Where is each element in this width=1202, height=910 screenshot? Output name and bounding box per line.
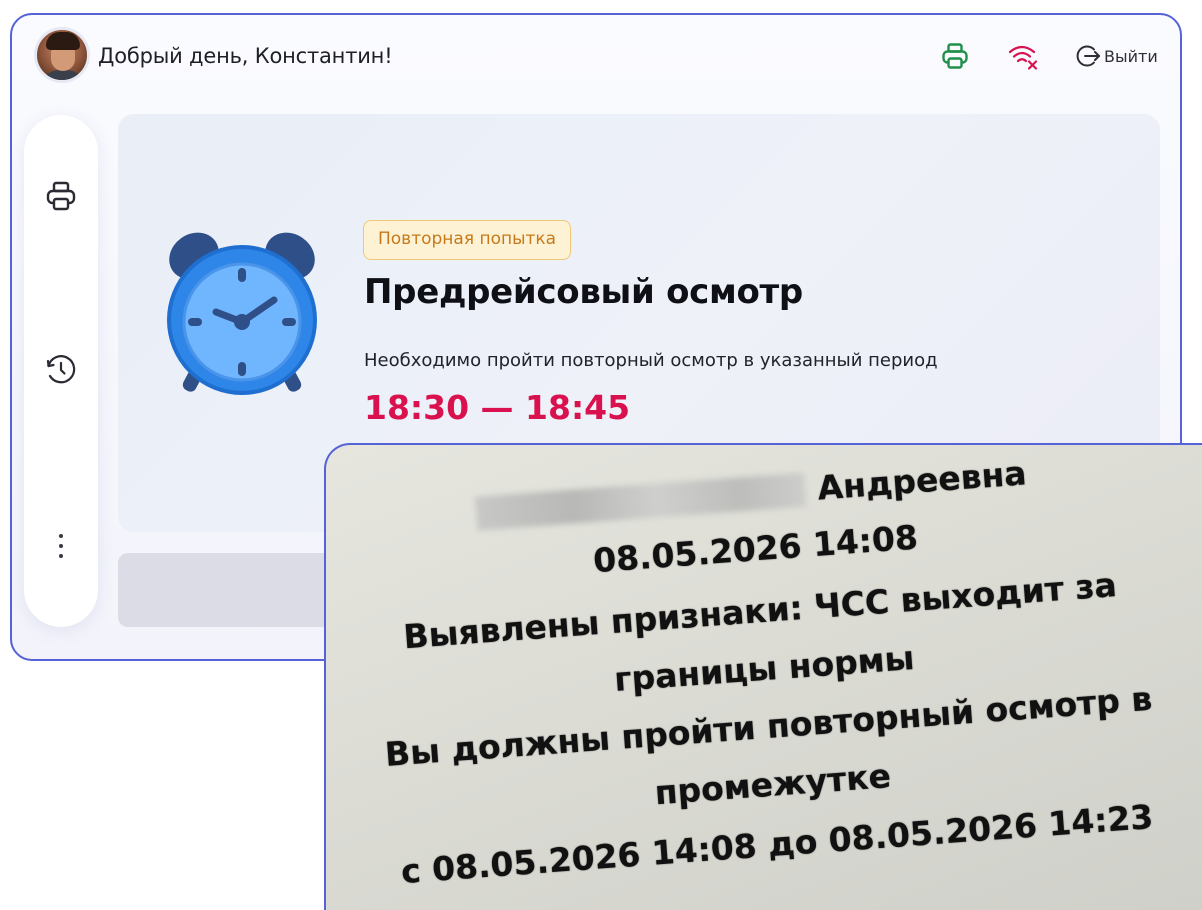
receipt-text: Андреевна 08.05.2026 14:08 Выявлены приз… <box>326 445 1202 910</box>
redacted-name <box>475 472 807 531</box>
sidebar <box>24 115 98 627</box>
page-title: Предрейсовый осмотр <box>364 272 803 312</box>
printer-icon[interactable] <box>940 41 970 71</box>
sidebar-printer-button[interactable] <box>38 173 84 219</box>
logout-label: Выйти <box>1104 46 1158 66</box>
sidebar-history-button[interactable] <box>38 347 84 393</box>
printer-icon <box>46 181 76 211</box>
greeting-text: Добрый день, Константин! <box>98 44 393 68</box>
receipt-patronymic: Андреевна <box>816 453 1028 508</box>
alarm-clock-icon <box>167 232 317 395</box>
wifi-off-icon[interactable] <box>1007 41 1039 71</box>
top-bar: Добрый день, Константин! Выйти <box>12 15 1180 105</box>
printed-receipt-photo: Андреевна 08.05.2026 14:08 Выявлены приз… <box>324 443 1202 910</box>
avatar[interactable] <box>34 27 90 83</box>
more-icon[interactable] <box>38 523 84 569</box>
retry-badge: Повторная попытка <box>363 220 572 260</box>
logout-icon <box>1076 45 1100 67</box>
logout-button[interactable]: Выйти <box>1074 42 1158 70</box>
history-icon <box>46 355 76 384</box>
time-range: 18:30 — 18:45 <box>364 388 631 427</box>
instruction-text: Необходимо пройти повторный осмотр в ука… <box>364 350 938 371</box>
